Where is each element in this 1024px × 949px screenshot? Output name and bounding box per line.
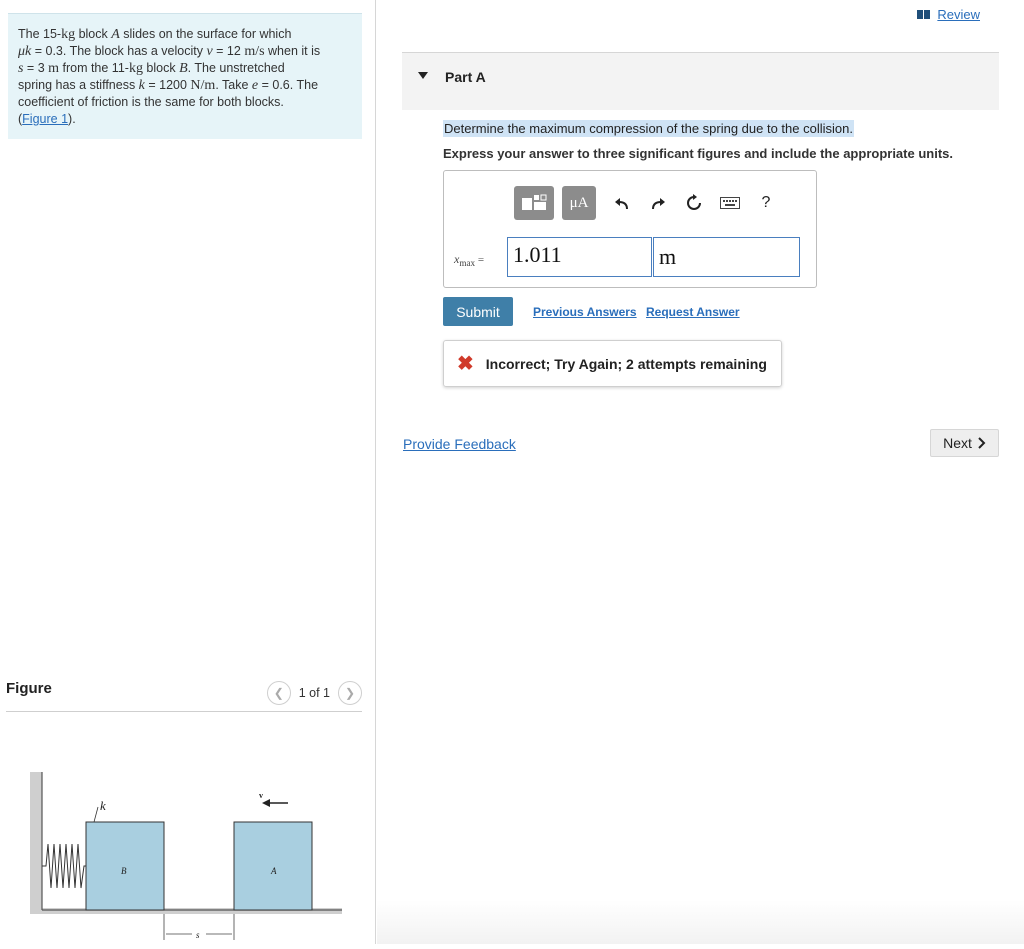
part-a-header[interactable]: Part A [402, 53, 999, 110]
pager-count: 1 of 1 [298, 686, 330, 700]
templates-icon [522, 194, 547, 210]
redo-icon [652, 198, 665, 210]
label-v: v [259, 791, 263, 800]
feedback-text: Incorrect; Try Again; 2 attempts remaini… [485, 355, 767, 372]
undo-icon [615, 198, 628, 210]
chevron-left-icon: ❮ [273, 686, 284, 700]
label-s: s [196, 930, 200, 940]
question-prompt: Determine the maximum compression of the… [443, 120, 854, 137]
previous-answers-link[interactable]: Previous Answers [533, 305, 637, 319]
units-icon: μA [569, 194, 589, 211]
label-b: B [121, 866, 127, 876]
book-icon [917, 10, 931, 19]
provide-feedback-link[interactable]: Provide Feedback [403, 436, 516, 452]
part-label: Part A [445, 69, 486, 85]
undo-button[interactable] [604, 186, 640, 220]
label-k: k [100, 798, 106, 813]
reset-button[interactable] [676, 186, 712, 220]
reset-icon [687, 194, 701, 210]
left-panel: The 15-kg block A slides on the surface … [0, 0, 376, 944]
variable-label: xmax = [454, 252, 485, 269]
figure-title: Figure [6, 680, 52, 697]
figure-header: Figure ❮ 1 of 1 ❯ [6, 678, 362, 712]
help-icon: ? [761, 194, 771, 211]
request-answer-link[interactable]: Request Answer [646, 305, 740, 319]
answer-unit-input[interactable]: m [653, 237, 800, 277]
answer-value-input[interactable]: 1.011 [507, 237, 652, 277]
templates-button[interactable] [514, 186, 554, 220]
feedback-message: ✖ Incorrect; Try Again; 2 attempts remai… [443, 340, 782, 387]
review-link[interactable]: Review [917, 7, 980, 22]
chevron-right-icon [978, 437, 986, 449]
math-toolbar: μA ? [514, 186, 784, 220]
wall [30, 772, 42, 912]
keyboard-button[interactable] [712, 186, 748, 220]
incorrect-x-icon: ✖ [457, 352, 474, 375]
help-button[interactable]: ? [748, 186, 784, 220]
redo-button[interactable] [640, 186, 676, 220]
next-button[interactable]: Next [930, 429, 999, 457]
answer-box: μA ? xmax = 1.011 m [443, 170, 817, 288]
spring-block-diagram: k B A v s [30, 772, 342, 940]
bottom-fade [377, 900, 1024, 944]
problem-statement: The 15-kg block A slides on the surface … [8, 13, 362, 139]
figure-link[interactable]: Figure 1 [22, 112, 68, 126]
figure-diagram: k B A v s [0, 740, 376, 944]
keyboard-icon [720, 197, 740, 209]
figure-pager: ❮ 1 of 1 ❯ [266, 681, 362, 705]
question-instruction: Express your answer to three significant… [443, 146, 953, 161]
collapse-triangle-icon [418, 72, 428, 79]
next-figure-button[interactable]: ❯ [338, 681, 362, 705]
submit-button[interactable]: Submit [443, 297, 513, 326]
prev-figure-button[interactable]: ❮ [266, 681, 291, 705]
label-a: A [270, 866, 277, 876]
units-button[interactable]: μA [562, 186, 596, 220]
chevron-right-icon: ❯ [344, 686, 356, 700]
spring [42, 843, 86, 889]
